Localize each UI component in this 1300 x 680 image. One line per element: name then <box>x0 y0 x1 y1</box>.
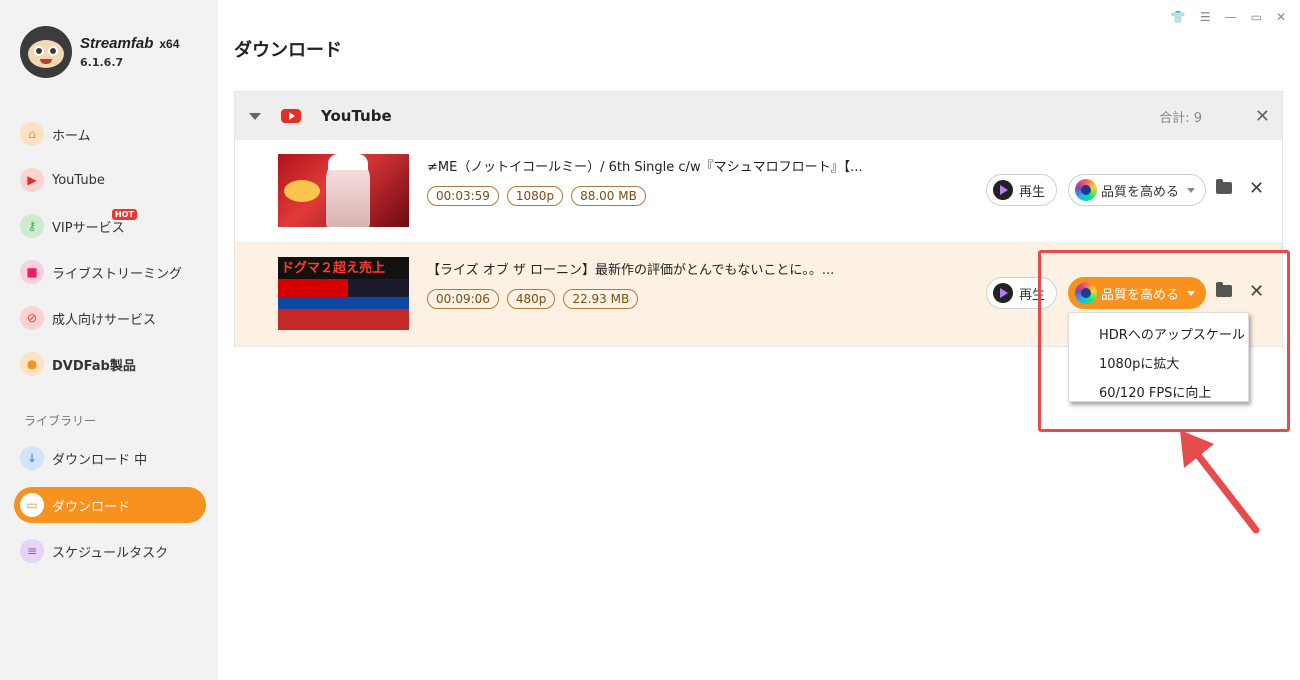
brand: Streamfab x64 6.1.6.7 <box>20 26 179 78</box>
streamfab-logo-icon <box>20 26 72 78</box>
sidebar-item-youtube[interactable]: ▶ YouTube <box>14 162 206 198</box>
video-thumbnail[interactable] <box>278 154 409 227</box>
menu-icon[interactable]: ☰ <box>1200 10 1211 24</box>
youtube-logo-icon <box>281 109 301 123</box>
group-total: 合計: 9 <box>1159 110 1202 126</box>
minimize-icon[interactable]: — <box>1225 10 1237 24</box>
collapse-caret-icon[interactable] <box>249 112 261 120</box>
shirt-icon[interactable]: 👕 <box>1171 10 1186 24</box>
app-name: Streamfab <box>80 35 154 52</box>
size-badge: 22.93 MB <box>563 289 639 309</box>
camera-icon: ■ <box>20 260 44 284</box>
app-arch: x64 <box>159 37 180 51</box>
group-header[interactable]: YouTube 合計: 9 ✕ <box>235 92 1282 140</box>
sidebar: Streamfab x64 6.1.6.7 ⌂ ホーム ▶ YouTube ⚷ V… <box>0 0 218 680</box>
youtube-icon: ▶ <box>20 168 44 192</box>
sidebar-item-schedule[interactable]: ≡ スケジュールタスク <box>14 533 206 569</box>
page-title: ダウンロード <box>234 40 342 61</box>
schedule-icon: ≡ <box>20 539 44 563</box>
sidebar-item-label: YouTube <box>52 172 105 188</box>
download-row: ≠ME（ノットイコールミー）/ 6th Single c/w『マシュマロフロート… <box>235 140 1282 243</box>
sidebar-item-vip[interactable]: ⚷ VIPサービス HOT <box>14 208 206 244</box>
resolution-badge: 480p <box>506 289 556 309</box>
dvdfab-icon: ● <box>20 352 44 376</box>
sidebar-item-home[interactable]: ⌂ ホーム <box>14 116 206 152</box>
video-title: 【ライズ オブ ザ ローニン】最新作の評価がとんでもないことに。。... <box>427 263 835 278</box>
sidebar-item-label: ダウンロード <box>52 499 131 515</box>
sidebar-item-label: スケジュールタスク <box>52 545 169 561</box>
group-close-icon[interactable]: ✕ <box>1255 106 1270 127</box>
annotation-highlight-box <box>1038 250 1290 432</box>
sidebar-item-label: 成人向けサービス <box>52 312 157 328</box>
size-badge: 88.00 MB <box>571 186 646 206</box>
sidebar-item-adult[interactable]: ⊘ 成人向けサービス <box>14 300 206 336</box>
open-folder-icon[interactable] <box>1216 179 1232 194</box>
key-icon: ⚷ <box>20 214 44 238</box>
window-controls: 👕 ☰ — ▭ ✕ <box>1171 10 1286 24</box>
chevron-down-icon <box>1187 187 1195 193</box>
app-version: 6.1.6.7 <box>80 56 124 69</box>
sidebar-item-label: DVDFab製品 <box>52 358 136 374</box>
video-thumbnail[interactable]: ドグマ２超え売上 <box>278 257 409 330</box>
annotation-arrow-icon <box>1180 430 1260 534</box>
home-icon: ⌂ <box>20 122 44 146</box>
duration-badge: 00:03:59 <box>427 186 499 206</box>
resolution-badge: 1080p <box>506 186 564 206</box>
enhance-icon <box>1075 179 1097 201</box>
sidebar-item-downloading[interactable]: ↓ ダウンロード 中 <box>14 440 206 476</box>
folder-icon: ▭ <box>20 493 44 517</box>
group-title: YouTube <box>321 107 392 125</box>
hot-badge: HOT <box>112 209 137 220</box>
remove-row-icon[interactable]: ✕ <box>1249 178 1264 199</box>
adult-block-icon: ⊘ <box>20 306 44 330</box>
sidebar-item-label: ライブストリーミング <box>52 266 183 282</box>
sidebar-item-label: ホーム <box>52 128 91 144</box>
sidebar-item-downloaded[interactable]: ▭ ダウンロード <box>14 487 206 523</box>
enhance-label: 品質を高める <box>1101 184 1180 200</box>
play-icon <box>993 180 1013 200</box>
thumbnail-caption: ドグマ２超え売上 <box>278 257 409 279</box>
close-icon[interactable]: ✕ <box>1276 10 1286 24</box>
video-title: ≠ME（ノットイコールミー）/ 6th Single c/w『マシュマロフロート… <box>427 160 863 175</box>
library-section-label: ライブラリー <box>24 414 97 428</box>
play-label: 再生 <box>1019 184 1046 200</box>
download-arrow-icon: ↓ <box>20 446 44 470</box>
sidebar-item-live-streaming[interactable]: ■ ライブストリーミング <box>14 254 206 290</box>
play-icon <box>993 283 1013 303</box>
sidebar-item-label: ダウンロード 中 <box>52 452 148 468</box>
play-button[interactable]: 再生 <box>986 174 1057 206</box>
enhance-quality-button[interactable]: 品質を高める <box>1068 174 1206 206</box>
sidebar-item-dvdfab[interactable]: ● DVDFab製品 <box>14 346 206 382</box>
restore-icon[interactable]: ▭ <box>1251 10 1262 24</box>
duration-badge: 00:09:06 <box>427 289 499 309</box>
